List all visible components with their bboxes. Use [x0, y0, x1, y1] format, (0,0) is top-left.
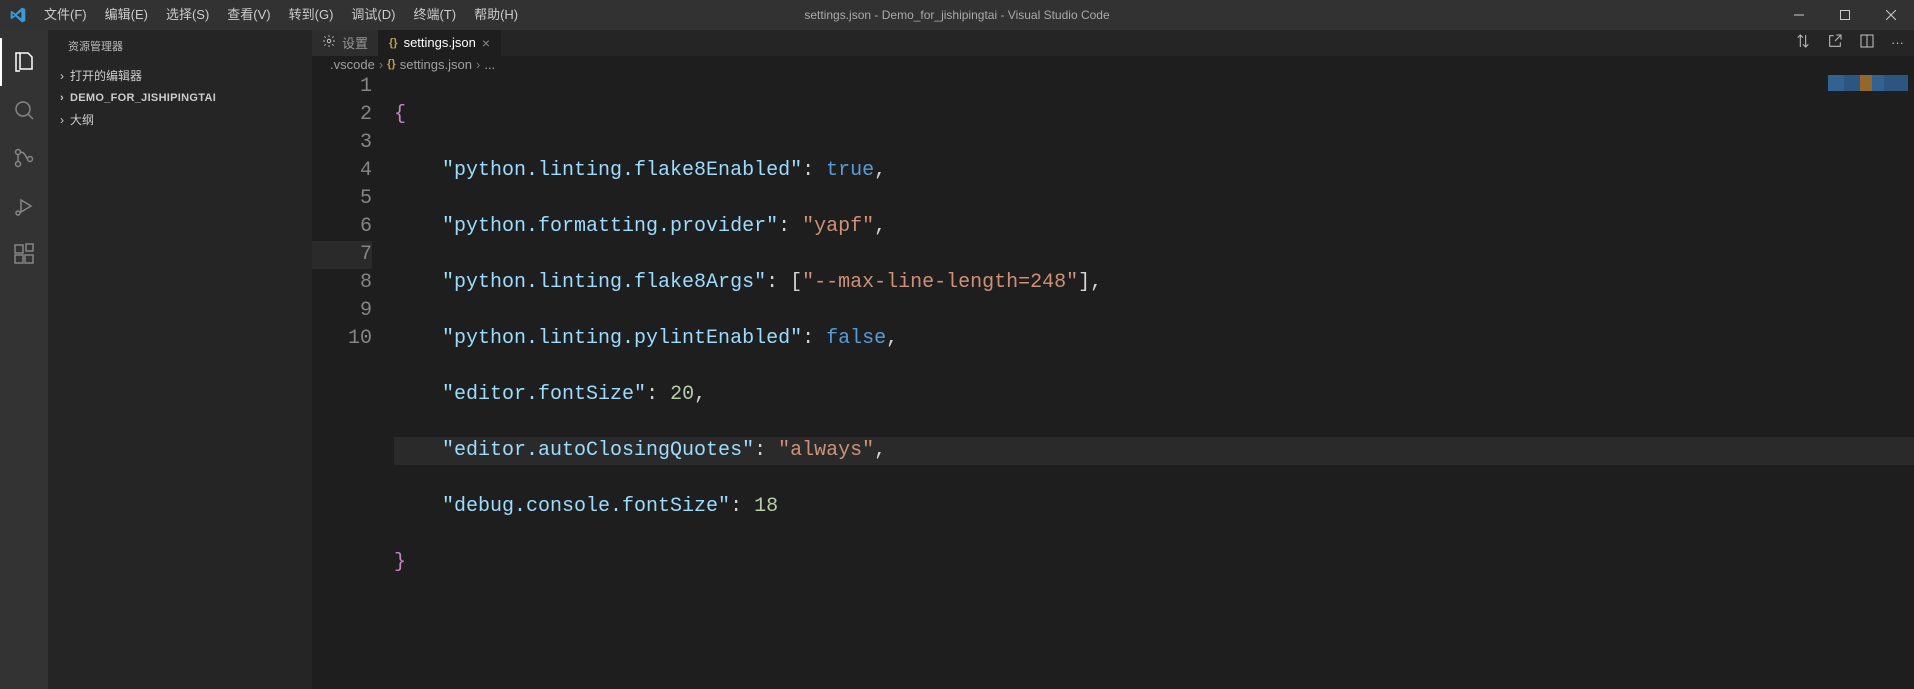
- editor-area: 设置 {} settings.json × ···: [312, 30, 1914, 689]
- editor-tabs: 设置 {} settings.json × ···: [312, 30, 1914, 56]
- minimap[interactable]: [1828, 75, 1908, 91]
- braces-icon: {}: [387, 58, 396, 70]
- breadcrumb-segment[interactable]: settings.json: [400, 57, 472, 72]
- code-editor[interactable]: 1 2 3 4 5 6 7 8 9 10 { "python.linting.f…: [312, 73, 1914, 689]
- chevron-right-icon: ›: [476, 57, 480, 72]
- extensions-icon[interactable]: [0, 230, 48, 278]
- close-tab-icon[interactable]: ×: [482, 35, 490, 51]
- vscode-logo-icon: [0, 7, 35, 23]
- line-number: 10: [312, 325, 372, 353]
- maximize-button[interactable]: [1822, 0, 1868, 30]
- open-editors-label: 打开的编辑器: [70, 65, 142, 87]
- breadcrumb-segment[interactable]: ...: [484, 57, 495, 72]
- folder-section[interactable]: › DEMO_FOR_JISHIPINGTAI: [48, 87, 312, 109]
- tab-label: 设置: [342, 33, 368, 52]
- line-number: 6: [312, 213, 372, 241]
- editor-actions: ···: [1795, 30, 1914, 56]
- window-title: settings.json - Demo_for_jishipingtai - …: [804, 8, 1109, 22]
- menu-edit[interactable]: 编辑(E): [96, 0, 157, 30]
- outline-label: 大纲: [70, 109, 94, 131]
- menu-goto[interactable]: 转到(G): [280, 0, 343, 30]
- menu-file[interactable]: 文件(F): [35, 0, 96, 30]
- close-button[interactable]: [1868, 0, 1914, 30]
- tab-label: settings.json: [404, 35, 476, 50]
- folder-label: DEMO_FOR_JISHIPINGTAI: [70, 87, 216, 109]
- line-number: 5: [312, 185, 372, 213]
- line-number: 7: [312, 241, 372, 269]
- menu-view[interactable]: 查看(V): [218, 0, 279, 30]
- menu-debug[interactable]: 调试(D): [342, 0, 404, 30]
- tab-settings-json[interactable]: {} settings.json ×: [379, 30, 501, 56]
- line-number: 3: [312, 129, 372, 157]
- braces-icon: {}: [389, 37, 398, 49]
- menu-bar: 文件(F) 编辑(E) 选择(S) 查看(V) 转到(G) 调试(D) 终端(T…: [35, 0, 527, 30]
- breadcrumb-segment[interactable]: .vscode: [330, 57, 375, 72]
- chevron-right-icon: ›: [379, 57, 383, 72]
- activity-bar: [0, 30, 48, 689]
- chevron-right-icon: ›: [54, 87, 70, 109]
- line-number: 8: [312, 269, 372, 297]
- breadcrumbs[interactable]: .vscode › {} settings.json › ...: [312, 56, 1914, 73]
- more-actions-icon[interactable]: ···: [1891, 35, 1904, 50]
- sidebar-title: 资源管理器: [48, 30, 312, 65]
- search-icon[interactable]: [0, 86, 48, 134]
- window-controls: [1776, 0, 1914, 30]
- compare-icon[interactable]: [1795, 33, 1811, 52]
- line-number: 1: [312, 73, 372, 101]
- code-content[interactable]: { "python.linting.flake8Enabled": true, …: [394, 73, 1914, 689]
- line-number: 4: [312, 157, 372, 185]
- open-editors-section[interactable]: › 打开的编辑器: [48, 65, 312, 87]
- menu-select[interactable]: 选择(S): [157, 0, 218, 30]
- source-control-icon[interactable]: [0, 134, 48, 182]
- outline-section[interactable]: › 大纲: [48, 109, 312, 131]
- menu-terminal[interactable]: 终端(T): [404, 0, 465, 30]
- line-number: 2: [312, 101, 372, 129]
- chevron-right-icon: ›: [54, 109, 70, 131]
- split-editor-icon[interactable]: [1859, 33, 1875, 52]
- gear-icon: [322, 34, 336, 51]
- open-file-icon[interactable]: [1827, 33, 1843, 52]
- minimize-button[interactable]: [1776, 0, 1822, 30]
- explorer-icon[interactable]: [0, 38, 48, 86]
- tab-settings-ui[interactable]: 设置: [312, 30, 379, 56]
- line-number-gutter: 1 2 3 4 5 6 7 8 9 10: [312, 73, 394, 689]
- line-number: 9: [312, 297, 372, 325]
- chevron-right-icon: ›: [54, 65, 70, 87]
- sidebar-explorer: 资源管理器 › 打开的编辑器 › DEMO_FOR_JISHIPINGTAI ›…: [48, 30, 312, 689]
- debug-icon[interactable]: [0, 182, 48, 230]
- titlebar: 文件(F) 编辑(E) 选择(S) 查看(V) 转到(G) 调试(D) 终端(T…: [0, 0, 1914, 30]
- menu-help[interactable]: 帮助(H): [465, 0, 527, 30]
